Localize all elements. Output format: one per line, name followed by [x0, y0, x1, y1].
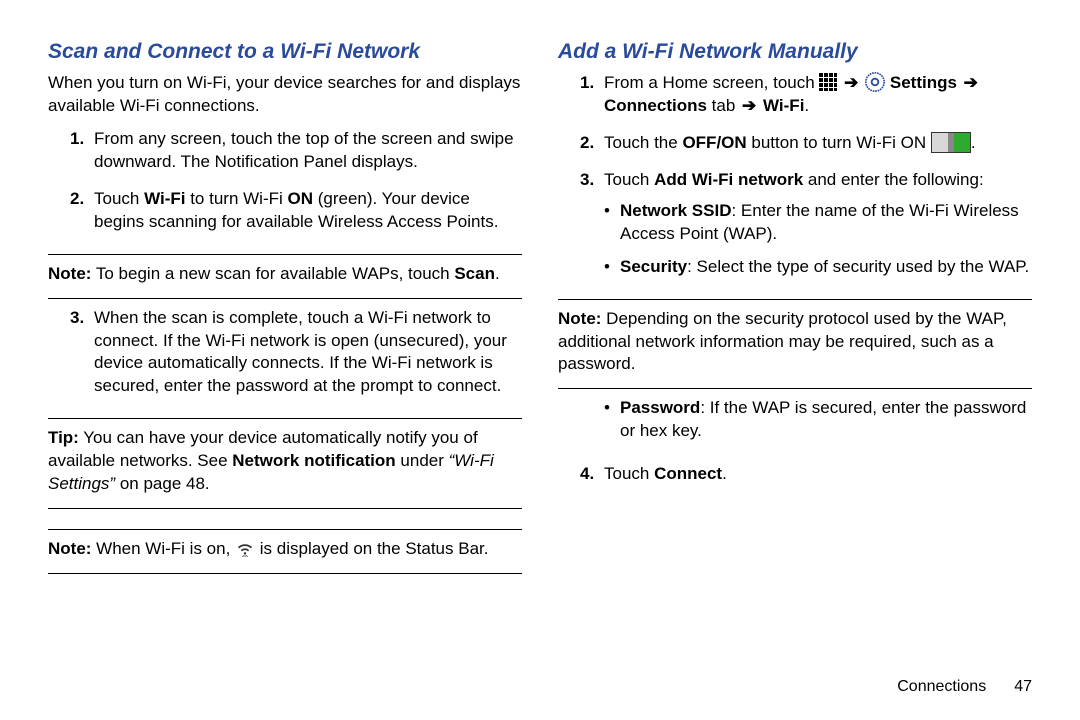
bullet-password: Password: If the WAP is secured, enter t… [604, 397, 1032, 443]
networknotif-label: Network notification [232, 451, 395, 470]
wifi-label: Wi-Fi [144, 189, 185, 208]
right-step-2: Touch the OFF/ON button to turn Wi-Fi ON… [604, 132, 1032, 155]
text: : Select the type of security used by th… [687, 257, 1029, 276]
text: to turn Wi-Fi [185, 189, 287, 208]
text: From a Home screen, touch [604, 73, 819, 92]
separator [48, 254, 522, 255]
note-label: Note: [558, 309, 601, 328]
separator [48, 529, 522, 530]
arrow-icon: ➔ [742, 96, 756, 115]
text: . [804, 96, 809, 115]
left-steps-cont: When the scan is complete, touch a Wi-Fi… [48, 307, 522, 413]
text: Depending on the security protocol used … [558, 309, 1007, 374]
separator [48, 418, 522, 419]
right-step-4: Touch Connect. [604, 463, 1032, 486]
separator [48, 298, 522, 299]
footer-page-number: 47 [1014, 678, 1032, 696]
text: . [495, 264, 500, 283]
right-heading: Add a Wi-Fi Network Manually [558, 40, 1032, 64]
offon-label: OFF/ON [682, 133, 746, 152]
text: button to turn Wi-Fi ON [747, 133, 931, 152]
left-column: Scan and Connect to a Wi-Fi Network When… [48, 40, 522, 700]
left-note-1: Note: To begin a new scan for available … [48, 263, 522, 286]
text: . [722, 464, 727, 483]
right-steps: From a Home screen, touch ➔ Settings ➔ C… [558, 72, 1032, 293]
bullet-ssid: Network SSID: Enter the name of the Wi-F… [604, 200, 1032, 246]
scan-label: Scan [454, 264, 495, 283]
left-steps: From any screen, touch the top of the sc… [48, 128, 522, 248]
text: Touch the [604, 133, 682, 152]
ssid-label: Network SSID [620, 201, 731, 220]
left-tip: Tip: You can have your device automatica… [48, 427, 522, 496]
right-step-3: Touch Add Wi-Fi network and enter the fo… [604, 169, 1032, 279]
settings-gear-icon [865, 72, 885, 92]
text: To begin a new scan for available WAPs, … [91, 264, 454, 283]
bullet-security: Security: Select the type of security us… [604, 256, 1032, 279]
left-step-2: Touch Wi-Fi to turn Wi-Fi ON (green). Yo… [94, 188, 522, 234]
left-note-2: Note: When Wi-Fi is on, is displayed on … [48, 538, 522, 561]
text: Touch [604, 170, 654, 189]
manual-page: Scan and Connect to a Wi-Fi Network When… [0, 0, 1080, 720]
on-label: ON [288, 189, 314, 208]
left-step-1: From any screen, touch the top of the sc… [94, 128, 522, 174]
text: Touch [604, 464, 654, 483]
text: . [971, 133, 976, 152]
right-bullets-1: Network SSID: Enter the name of the Wi-F… [604, 200, 1032, 279]
connect-label: Connect [654, 464, 722, 483]
note-label: Note: [48, 539, 91, 558]
separator [48, 573, 522, 574]
text: is displayed on the Status Bar. [260, 539, 489, 558]
apps-grid-icon [819, 73, 837, 91]
left-step-3: When the scan is complete, touch a Wi-Fi… [94, 307, 522, 399]
arrow-icon: ➔ [964, 73, 978, 92]
settings-label: Settings [890, 73, 957, 92]
addwifi-label: Add Wi-Fi network [654, 170, 803, 189]
arrow-icon: ➔ [844, 73, 858, 92]
left-heading: Scan and Connect to a Wi-Fi Network [48, 40, 522, 64]
wifi-status-icon [235, 539, 255, 557]
separator [558, 299, 1032, 300]
tip-label: Tip: [48, 428, 79, 447]
text: Touch [94, 189, 144, 208]
right-step-1: From a Home screen, touch ➔ Settings ➔ C… [604, 72, 1032, 118]
right-bullets-2: Password: If the WAP is secured, enter t… [558, 397, 1032, 453]
note-label: Note: [48, 264, 91, 283]
connections-label: Connections [604, 96, 707, 115]
wifi-label: Wi-Fi [763, 96, 804, 115]
text: on page 48. [115, 474, 210, 493]
separator [558, 388, 1032, 389]
page-footer: Connections 47 [897, 678, 1032, 696]
text: under [396, 451, 449, 470]
text: When Wi-Fi is on, [91, 539, 235, 558]
footer-section: Connections [897, 678, 986, 696]
toggle-on-icon [931, 132, 971, 153]
right-note: Note: Depending on the security protocol… [558, 308, 1032, 377]
right-column: Add a Wi-Fi Network Manually From a Home… [558, 40, 1032, 700]
text: tab [707, 96, 740, 115]
security-label: Security [620, 257, 687, 276]
separator [48, 508, 522, 509]
text: and enter the following: [803, 170, 984, 189]
right-steps-cont: Touch Connect. [558, 463, 1032, 500]
left-intro: When you turn on Wi-Fi, your device sear… [48, 72, 522, 118]
password-label: Password [620, 398, 700, 417]
